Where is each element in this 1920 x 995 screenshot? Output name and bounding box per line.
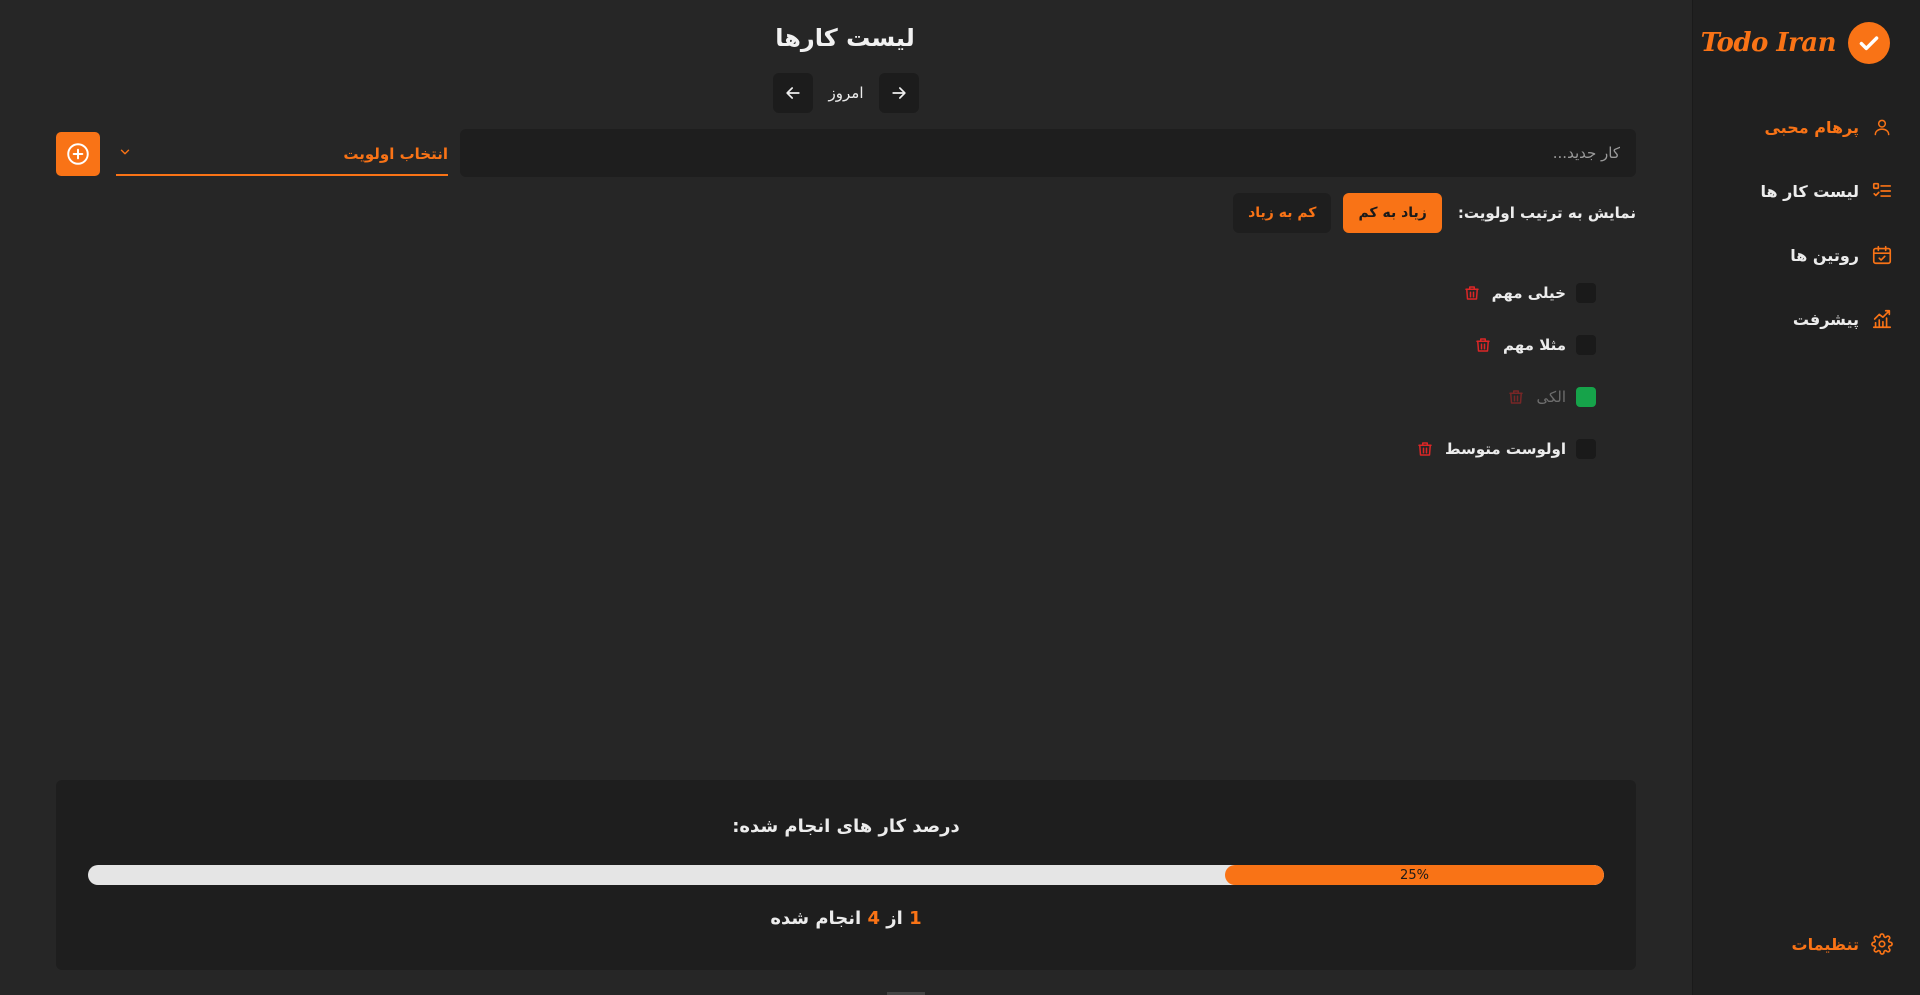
gear-icon bbox=[1871, 933, 1893, 955]
task-item: مثلا مهم bbox=[1473, 331, 1596, 359]
task-checkbox[interactable] bbox=[1576, 335, 1596, 355]
user-icon bbox=[1871, 116, 1893, 138]
progress-bar: 25% bbox=[88, 865, 1604, 885]
progress-heading: درصد کار های انجام شده: bbox=[732, 816, 960, 837]
arrow-left-icon bbox=[786, 87, 800, 99]
previous-day-button[interactable] bbox=[879, 73, 919, 113]
check-circle-icon bbox=[1848, 22, 1890, 64]
task-title: اولوست متوسط bbox=[1445, 440, 1566, 458]
sidebar-item-label: روتین ها bbox=[1790, 245, 1859, 265]
total-count: 4 bbox=[867, 908, 880, 929]
calendar-check-icon bbox=[1871, 244, 1893, 266]
priority-select[interactable]: انتخاب اولویت bbox=[116, 134, 448, 176]
logo-text: Todo Iran bbox=[1700, 28, 1837, 58]
done-count: 1 bbox=[909, 908, 922, 929]
trash-icon[interactable] bbox=[1473, 335, 1493, 355]
trash-icon[interactable] bbox=[1462, 283, 1482, 303]
progress-bar-fill: 25% bbox=[1225, 865, 1604, 885]
sort-asc-button[interactable]: کم به زیاد bbox=[1233, 193, 1332, 233]
task-checkbox[interactable] bbox=[1576, 387, 1596, 407]
task-checkbox[interactable] bbox=[1576, 439, 1596, 459]
sidebar-item-tasks[interactable]: لیست کار ها bbox=[1760, 180, 1893, 202]
trash-icon[interactable] bbox=[1415, 439, 1435, 459]
sidebar: Todo Iran پرهام محبی لیست کار ها روتین ه… bbox=[1692, 0, 1920, 995]
add-task-button[interactable] bbox=[56, 132, 100, 176]
sidebar-item-settings[interactable]: تنظیمات bbox=[1792, 933, 1893, 955]
task-item: خیلی مهم bbox=[1462, 279, 1596, 307]
chevron-down-icon bbox=[118, 145, 132, 163]
new-task-input[interactable] bbox=[460, 129, 1636, 177]
sidebar-user-name: پرهام محبی bbox=[1764, 117, 1859, 137]
task-item: اولوست متوسط bbox=[1415, 435, 1596, 463]
date-label: امروز bbox=[828, 84, 864, 102]
done-word: انجام شده bbox=[770, 908, 862, 929]
sidebar-item-progress[interactable]: پیشرفت bbox=[1793, 308, 1893, 330]
sidebar-item-routines[interactable]: روتین ها bbox=[1790, 244, 1893, 266]
arrow-right-icon bbox=[892, 87, 906, 99]
task-title: الکی bbox=[1536, 388, 1566, 406]
progress-card: درصد کار های انجام شده: 25% 1 از 4 انجام… bbox=[56, 780, 1636, 970]
sort-label: نمایش به ترتیب اولویت: bbox=[1457, 204, 1636, 222]
progress-count: 1 از 4 انجام شده bbox=[56, 908, 1636, 929]
plus-circle-icon bbox=[67, 143, 89, 165]
sidebar-item-label: لیست کار ها bbox=[1760, 181, 1859, 201]
sort-desc-button[interactable]: زیاد به کم bbox=[1343, 193, 1442, 233]
sort-controls: نمایش به ترتیب اولویت: زیاد به کم کم به … bbox=[1233, 193, 1636, 233]
task-checkbox[interactable] bbox=[1576, 283, 1596, 303]
progress-percent: 25% bbox=[1400, 867, 1429, 883]
sidebar-item-label: تنظیمات bbox=[1791, 934, 1859, 954]
date-navigator: امروز bbox=[773, 73, 919, 113]
priority-select-label: انتخاب اولویت bbox=[343, 145, 448, 163]
app-logo[interactable]: Todo Iran bbox=[1701, 22, 1890, 64]
task-item: الکی bbox=[1506, 383, 1596, 411]
task-title: خیلی مهم bbox=[1491, 284, 1566, 302]
sidebar-item-label: پیشرفت bbox=[1792, 309, 1859, 329]
task-title: مثلا مهم bbox=[1503, 336, 1566, 354]
trash-icon[interactable] bbox=[1506, 387, 1526, 407]
page-title: لیست کارها bbox=[775, 24, 915, 52]
chart-line-icon bbox=[1871, 308, 1893, 330]
from-word: از bbox=[886, 908, 903, 929]
next-day-button[interactable] bbox=[773, 73, 813, 113]
list-check-icon bbox=[1871, 180, 1893, 202]
sidebar-item-profile[interactable]: پرهام محبی bbox=[1764, 116, 1893, 138]
